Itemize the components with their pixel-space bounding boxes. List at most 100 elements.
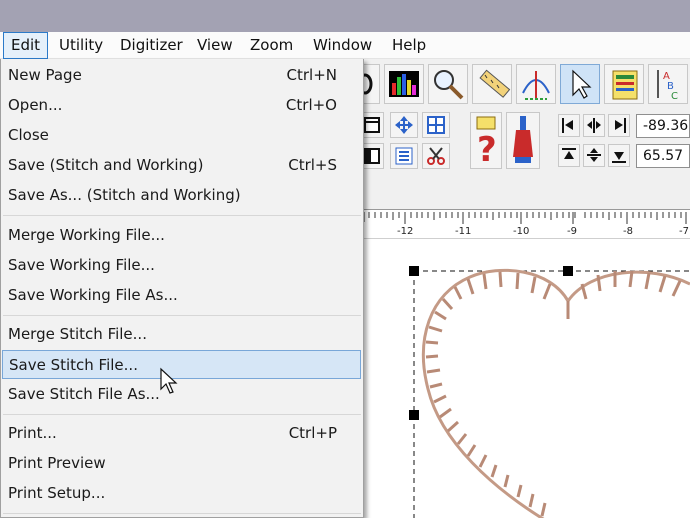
- menu-item-label: Print Preview: [8, 454, 106, 472]
- sewing-machine-button[interactable]: [506, 112, 540, 169]
- menu-item-new-page[interactable]: New Page Ctrl+N: [1, 61, 363, 90]
- menu-item-label: New Page: [8, 66, 82, 84]
- move-points-button[interactable]: [390, 112, 418, 138]
- ruler-label: -11: [455, 226, 472, 237]
- lettering-button[interactable]: A B C: [648, 64, 688, 104]
- menu-item-save-stitch-file-as[interactable]: Save Stitch File As...: [1, 380, 363, 409]
- mouse-cursor-icon: [160, 367, 178, 394]
- properties-button[interactable]: [604, 64, 644, 104]
- properties-card-icon: [612, 70, 638, 100]
- align-center-h-button[interactable]: [583, 114, 605, 137]
- align-center-v-button[interactable]: [583, 144, 605, 167]
- stitch-canvas[interactable]: [360, 239, 690, 518]
- align-left-icon: [562, 118, 573, 133]
- align-bottom-icon: [612, 152, 626, 163]
- stitch-teeth: [425, 270, 682, 517]
- abc-needle-icon: A B C: [657, 70, 678, 102]
- file-menu-dropdown: New Page Ctrl+N Open... Ctrl+O Close Sav…: [0, 59, 364, 518]
- move-arrows-icon: [395, 116, 413, 134]
- select-tool-button[interactable]: [560, 64, 600, 104]
- selection-handle[interactable]: [563, 266, 573, 276]
- pointer-arrow-icon: [572, 69, 592, 99]
- menu-item-label: Open...: [8, 96, 63, 114]
- menu-item-save-working-file-as[interactable]: Save Working File As...: [1, 281, 363, 310]
- menu-item-shortcut: Ctrl+O: [285, 96, 337, 114]
- menu-item-label: Close: [8, 126, 49, 144]
- align-left-button[interactable]: [558, 114, 580, 137]
- resize-button[interactable]: [422, 112, 450, 138]
- ruler-label: -9: [567, 226, 577, 237]
- menu-item-merge-stitch-file[interactable]: Merge Stitch File...: [1, 320, 363, 349]
- ruler-label: -12: [397, 226, 414, 237]
- menu-help[interactable]: Help: [385, 32, 433, 59]
- menu-utility[interactable]: Utility: [52, 32, 110, 59]
- align-bottom-button[interactable]: [608, 144, 630, 167]
- measure-tool-button[interactable]: [472, 64, 512, 104]
- menu-item-label: Merge Working File...: [8, 226, 165, 244]
- menu-digitizer[interactable]: Digitizer: [113, 32, 190, 59]
- list-icon: [395, 147, 413, 165]
- selection-handle[interactable]: [409, 410, 419, 420]
- color-bars-icon: [389, 71, 419, 97]
- menu-view[interactable]: View: [190, 32, 240, 59]
- menu-item-save-as[interactable]: Save As... (Stitch and Working): [1, 181, 363, 210]
- menu-edit[interactable]: Edit: [3, 32, 49, 59]
- menu-item-save[interactable]: Save (Stitch and Working) Ctrl+S: [1, 151, 363, 180]
- scissors-icon: [427, 147, 445, 165]
- menu-item-label: Merge Stitch File...: [8, 325, 147, 343]
- align-top-button[interactable]: [558, 144, 580, 167]
- color-bars-button[interactable]: [384, 64, 424, 104]
- menu-item-shortcut: Ctrl+N: [286, 66, 337, 84]
- menu-separator: [3, 315, 361, 316]
- panel-icon: [364, 148, 380, 164]
- menu-separator: [3, 215, 361, 216]
- menu-separator: [3, 513, 361, 514]
- selection-handle[interactable]: [409, 266, 419, 276]
- menu-item-merge-working-file[interactable]: Merge Working File...: [1, 221, 363, 250]
- ruler-ticks: [363, 212, 687, 224]
- menu-item-label: Print Setup...: [8, 484, 106, 502]
- question-mark-icon: ?: [476, 116, 497, 170]
- cut-button[interactable]: [422, 143, 450, 169]
- stitch-path-button[interactable]: [516, 64, 556, 104]
- list-button[interactable]: [390, 143, 418, 169]
- menu-item-shortcut: Ctrl+P: [288, 424, 337, 442]
- align-right-button[interactable]: [608, 114, 630, 137]
- x-coordinate-field[interactable]: -89.36: [636, 114, 690, 138]
- menu-item-label: Save (Stitch and Working): [8, 156, 204, 174]
- menu-separator: [3, 414, 361, 415]
- heart-design: [409, 266, 690, 518]
- ruler-label: -7: [679, 226, 689, 237]
- ruler-label: -10: [513, 226, 530, 237]
- design-workspace: -12 -11 -10 -9 -8 -7: [360, 209, 690, 518]
- svg-text:C: C: [671, 91, 678, 102]
- menu-window[interactable]: Window: [306, 32, 379, 59]
- menu-zoom[interactable]: Zoom: [243, 32, 300, 59]
- svg-text:?: ?: [477, 130, 497, 168]
- menu-item-print[interactable]: Print... Ctrl+P: [1, 419, 363, 448]
- menu-item-save-working-file[interactable]: Save Working File...: [1, 251, 363, 280]
- menu-item-shortcut: Ctrl+S: [288, 156, 337, 174]
- menu-item-close[interactable]: Close: [1, 121, 363, 150]
- menu-item-label: Save Working File As...: [8, 286, 178, 304]
- menu-item-save-stitch-file[interactable]: Save Stitch File...: [2, 350, 361, 379]
- menu-item-print-setup[interactable]: Print Setup...: [1, 479, 363, 508]
- help-tool-button[interactable]: ?: [470, 112, 502, 170]
- stitch-path-icon: [522, 71, 550, 100]
- menu-item-label: Save Stitch File As...: [8, 385, 160, 403]
- align-center-h-icon: [587, 118, 601, 133]
- window-icon: [364, 117, 380, 133]
- y-coordinate-field[interactable]: 65.57: [636, 144, 690, 168]
- align-center-v-icon: [587, 148, 601, 162]
- menu-item-label: Save Working File...: [8, 256, 155, 274]
- toolbar: A B C ? -89.36 65.57: [357, 59, 690, 209]
- menu-item-print-preview[interactable]: Print Preview: [1, 449, 363, 478]
- menu-bar: Edit Utility Digitizer View Zoom Window …: [0, 32, 690, 59]
- menu-item-label: Save Stitch File...: [9, 356, 138, 374]
- heart-outline-left: [421, 268, 570, 518]
- menu-item-open[interactable]: Open... Ctrl+O: [1, 91, 363, 120]
- spool-icon: [513, 116, 533, 163]
- horizontal-ruler: -12 -11 -10 -9 -8 -7: [360, 209, 690, 239]
- zoom-tool-button[interactable]: [428, 64, 468, 104]
- resize-box-icon: [427, 116, 445, 134]
